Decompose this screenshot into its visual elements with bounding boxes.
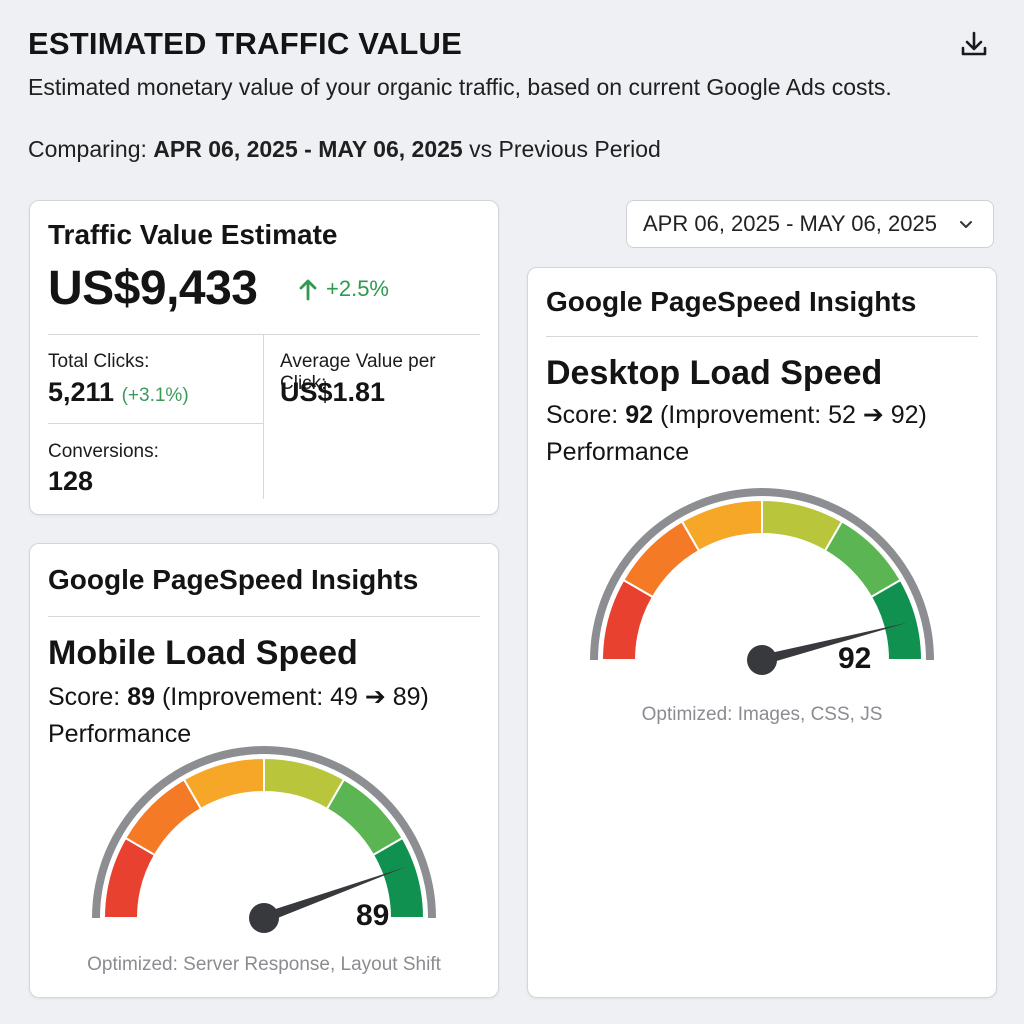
mobile-optimized-note: Optimized: Server Response, Layout Shift [87,954,441,975]
desktop-pagespeed-card: Google PageSpeed Insights Desktop Load S… [527,267,997,998]
desktop-card-heading: Google PageSpeed Insights [546,286,917,317]
mobile-speed-title: Mobile Load Speed [48,634,358,672]
desktop-optimized-note: Optimized: Images, CSS, JS [641,704,883,725]
mobile-card-heading: Google PageSpeed Insights [48,564,419,595]
traffic-value: US$9,433 [48,262,258,315]
comparing-prefix: Comparing: [28,136,147,162]
desktop-performance-label: Performance [546,438,690,466]
mobile-gauge-hub [249,903,279,933]
desktop-score-line: Score: 92 (Improvement: 52 ➔ 92) [546,400,927,430]
mobile-speed-gauge: 89 [92,746,436,933]
conversions-label: Conversions: [48,441,159,462]
mobile-score-label: Score: [48,683,121,711]
total-clicks-value: 5,211 (+3.1%) [48,377,189,408]
mobile-score-line: Score: 89 (Improvement: 49 ➔ 89) [48,682,429,712]
mobile-score-value: 89 [127,683,156,711]
total-clicks-number: 5,211 [48,377,115,407]
chevron-down-icon [960,221,972,228]
metrics-divider-horizontal [48,423,263,424]
comparing-line: Comparing: APR 06, 2025 - MAY 06, 2025 v… [28,134,661,165]
traffic-card-heading: Traffic Value Estimate [48,219,338,250]
desktop-gauge-hub [747,645,777,675]
metrics-grid: Total Clicks: 5,211 (+3.1%) Average Valu… [48,334,480,499]
traffic-change-text: +2.5% [326,276,389,301]
download-button[interactable] [954,24,994,64]
desktop-improvement: (Improvement: 52 ➔ 92) [659,401,927,429]
desktop-gauge-value: 92 [838,642,871,675]
traffic-value-change: +2.5% [298,276,389,302]
avg-value-value: US$1.81 [280,377,386,407]
mobile-improvement: (Improvement: 49 ➔ 89) [161,683,429,711]
arrow-up-icon [299,279,317,301]
comparing-range: APR 06, 2025 - MAY 06, 2025 [153,136,463,162]
mobile-pagespeed-card: Google PageSpeed Insights Mobile Load Sp… [29,543,499,998]
traffic-value-card: Traffic Value Estimate US$9,433 +2.5% To… [29,200,499,515]
date-range-value: APR 06, 2025 - MAY 06, 2025 [643,211,937,236]
comparing-suffix: vs Previous Period [469,136,661,162]
conversions-value: 128 [48,466,94,496]
total-clicks-label: Total Clicks: [48,351,150,372]
desktop-gauge-needle [760,622,908,665]
desktop-score-label: Score: [546,401,619,429]
mobile-card-divider [48,616,480,617]
download-icon [961,31,987,56]
metrics-divider-vertical [263,335,264,499]
date-range-select[interactable]: APR 06, 2025 - MAY 06, 2025 [626,200,994,248]
mobile-gauge-value: 89 [356,899,389,932]
desktop-card-divider [546,336,978,337]
page-subtitle: Estimated monetary value of your organic… [28,74,892,100]
desktop-score-value: 92 [625,401,654,429]
page-title: ESTIMATED TRAFFIC VALUE [28,26,462,61]
total-clicks-change: (+3.1%) [121,385,189,406]
desktop-speed-title: Desktop Load Speed [546,354,883,392]
desktop-speed-gauge: 92 [590,488,934,675]
